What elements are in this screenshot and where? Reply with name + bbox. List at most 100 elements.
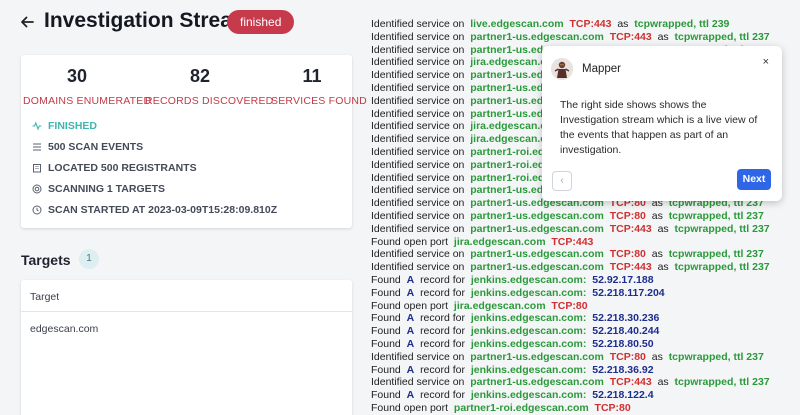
info-status: FINISHED [32,115,277,136]
stream-host: jenkins.edgescan.com: [470,325,587,338]
stat-records: 82 RECORDS DISCOVERED [145,66,274,107]
stream-host: jenkins.edgescan.com: [470,389,587,402]
targets-count-badge: 1 [79,249,99,269]
stream-host: partner1-us.edgescan.com [470,261,604,274]
stream-port: TCP:443 [609,222,652,235]
stream-service: tcpwrapped, ttl 237 [674,222,770,235]
stream-host: partner1-us.edgescan.com [470,248,604,261]
stream-line: Identified service on live.edgescan.com … [371,18,800,31]
stream-prefix: Found [371,286,401,299]
stream-line: Found open port jira.edgescan.com TCP:80 [371,300,800,313]
stream-record-for: record for [420,312,465,325]
scan-summary-card: 30 DOMAINS ENUMERATED 82 RECORDS DISCOVE… [21,55,367,228]
info-started: SCAN STARTED AT 2023-03-09T15:28:09.810Z [32,199,277,220]
stat-services: 11 SERVICES FOUND [271,66,367,107]
stream-line: Identified service on partner1-us.edgesc… [371,210,800,223]
stream-record-for: record for [420,363,465,376]
stream-prefix: Found [371,312,401,325]
stream-port: TCP:443 [609,30,652,43]
stream-prefix: Identified service on [371,171,465,184]
stream-line: Found A record for jenkins.edgescan.com:… [371,312,800,325]
scan-info-list: FINISHED 500 SCAN EVENTS LOCATED 500 REG… [32,115,277,220]
stream-host: partner1-us.edgescan.com [470,222,604,235]
stream-record-type: A [406,337,415,350]
stream-service: tcpwrapped, ttl 239 [634,18,730,30]
stream-prefix: Found open port [371,235,449,248]
stream-as: as [657,261,669,274]
info-targets-text: SCANNING 1 TARGETS [48,182,166,195]
targets-column-header: Target [21,280,352,312]
stream-record-type: A [406,286,415,299]
stream-line: Identified service on partner1-us.edgesc… [371,351,800,364]
stream-ip: 52.218.117.204 [592,286,665,299]
building-icon [32,163,42,173]
back-arrow-icon[interactable] [18,13,36,31]
stream-as: as [651,248,663,261]
stream-line: Found open port partner1-roi.edgescan.co… [371,402,800,415]
stream-prefix: Identified service on [371,350,465,363]
targets-heading: Targets [21,252,71,268]
stream-host: partner1-us.edgescan.com [470,30,604,43]
stream-prefix: Found open port [371,299,449,312]
info-events-text: 500 SCAN EVENTS [48,140,144,153]
radar-icon [32,184,42,194]
stream-ip: 52.92.17.188 [592,273,654,286]
stream-prefix: Identified service on [371,120,465,133]
stream-as: as [657,222,669,235]
stat-label: SERVICES FOUND [271,95,367,107]
stream-prefix: Found open port [371,401,449,414]
stream-record-type: A [406,325,415,338]
stat-value: 30 [66,66,88,86]
stream-prefix: Identified service on [371,69,465,82]
stream-record-for: record for [420,325,465,338]
previous-button[interactable]: ‹ [552,171,572,191]
stream-record-type: A [406,363,415,376]
close-icon[interactable]: × [763,56,769,68]
table-row[interactable]: edgescan.com [21,312,352,346]
stream-line: Found A record for jenkins.edgescan.com:… [371,338,800,351]
clock-icon [32,205,42,215]
stream-line: Found A record for jenkins.edgescan.com:… [371,364,800,377]
stream-prefix: Identified service on [371,107,465,120]
stream-prefix: Found [371,363,401,376]
stream-port: TCP:443 [609,376,652,389]
info-registrants-text: LOCATED 500 REGISTRANTS [48,161,197,174]
stream-prefix: Identified service on [371,30,465,43]
stream-as: as [657,30,669,43]
stream-port: TCP:443 [569,18,612,30]
stream-line: Found open port jira.edgescan.com TCP:44… [371,236,800,249]
stream-port: TCP:443 [609,261,652,274]
stream-prefix: Identified service on [371,261,465,274]
stream-record-for: record for [420,286,465,299]
stream-record-for: record for [420,337,465,350]
stream-line: Identified service on partner1-us.edgesc… [371,248,800,261]
stat-domains: 30 DOMAINS ENUMERATED [23,66,152,107]
stream-host: jenkins.edgescan.com: [470,273,587,286]
stream-port: TCP:443 [551,235,594,248]
stream-record-type: A [406,389,415,402]
stream-prefix: Found [371,273,401,286]
stream-prefix: Identified service on [371,81,465,94]
stream-line: Found A record for jenkins.edgescan.com:… [371,389,800,402]
stream-port: TCP:80 [551,299,588,312]
stream-service: tcpwrapped, ttl 237 [668,350,764,363]
stream-host: partner1-us.edgescan.com [470,376,604,389]
next-button[interactable]: Next [737,169,771,190]
info-status-text: FINISHED [48,119,98,132]
stream-prefix: Found [371,389,401,402]
stream-line: Found A record for jenkins.edgescan.com:… [371,287,800,300]
list-icon [32,142,42,152]
info-started-text: SCAN STARTED AT 2023-03-09T15:28:09.810Z [48,203,278,216]
stream-record-for: record for [420,273,465,286]
stream-prefix: Identified service on [371,158,465,171]
stat-value: 11 [302,66,322,86]
stream-line: Identified service on partner1-us.edgesc… [371,376,800,389]
stream-port: TCP:80 [609,209,646,222]
stream-host: jenkins.edgescan.com: [470,363,587,376]
stream-prefix: Identified service on [371,197,465,210]
stat-label: DOMAINS ENUMERATED [23,95,152,107]
stream-prefix: Identified service on [371,184,465,197]
stream-prefix: Identified service on [371,376,465,389]
stat-label: RECORDS DISCOVERED [145,95,274,107]
stream-as: as [651,350,663,363]
